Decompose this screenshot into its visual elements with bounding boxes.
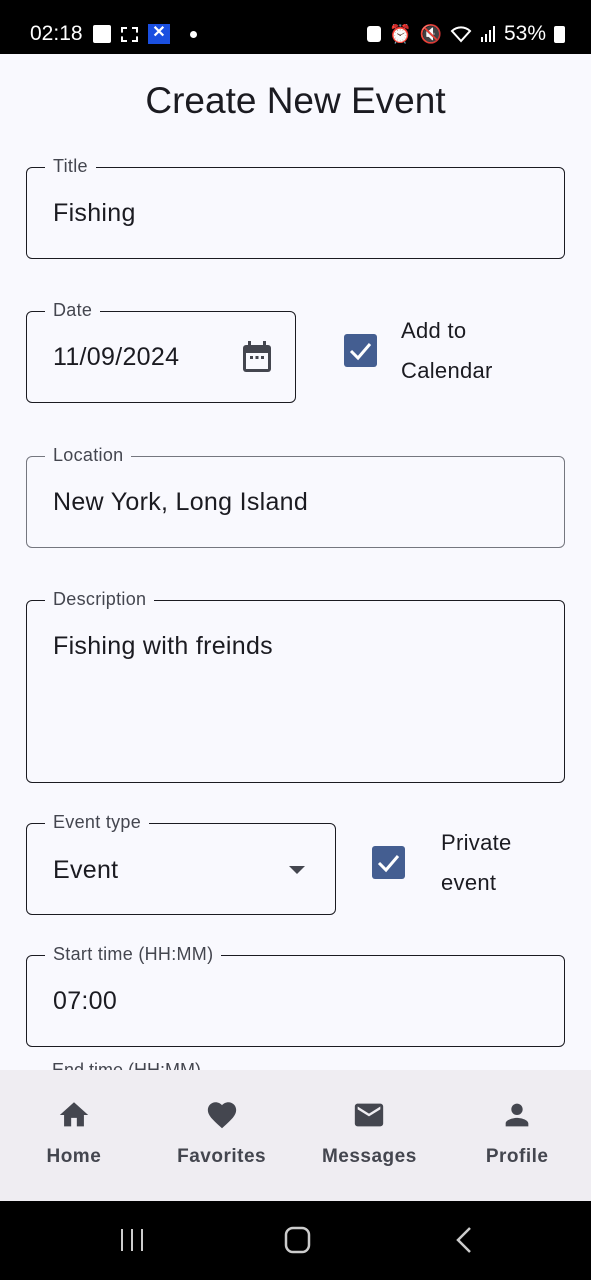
home-icon xyxy=(59,1102,89,1127)
event-type-value[interactable]: Event xyxy=(53,856,118,885)
dropdown-arrow-icon[interactable] xyxy=(289,866,305,874)
page-title: Create New Event xyxy=(145,80,446,121)
bottom-nav: Home Favorites Messages Profile xyxy=(0,1070,591,1201)
app-x-icon: ✕ xyxy=(148,24,170,44)
mail-icon xyxy=(355,1103,384,1127)
nav-item-favorites[interactable]: Favorites xyxy=(148,1070,296,1201)
description-field-value[interactable]: Fishing with freinds xyxy=(53,632,273,661)
nav-item-home[interactable]: Home xyxy=(0,1070,148,1201)
event-type-dropdown[interactable]: Event type Event xyxy=(26,812,336,915)
private-event-checkbox[interactable] xyxy=(372,846,405,879)
date-field-value[interactable]: 11/09/2024 xyxy=(53,343,179,372)
date-field-label: Date xyxy=(45,300,101,321)
recent-apps-icon[interactable] xyxy=(118,1225,148,1255)
system-nav-bar xyxy=(0,1201,591,1280)
status-right-icons: ⏰ 🔇 53% xyxy=(367,22,565,46)
notification-dot-icon xyxy=(190,30,197,38)
location-field-value[interactable]: New York, Long Island xyxy=(53,488,308,517)
mute-icon: 🔇 xyxy=(419,23,442,44)
start-time-value[interactable]: 07:00 xyxy=(53,987,117,1016)
date-field[interactable]: Date 11/09/2024 xyxy=(26,300,296,403)
gallery-icon xyxy=(93,25,111,43)
checkmark-icon xyxy=(377,855,400,873)
heart-icon xyxy=(207,1102,236,1129)
location-field[interactable]: Location New York, Long Island xyxy=(26,445,565,548)
alarm-icon: ⏰ xyxy=(389,23,412,44)
person-icon xyxy=(505,1103,529,1127)
add-to-calendar-label[interactable]: Add to Calendar xyxy=(401,311,493,391)
battery-percent: 53% xyxy=(503,22,546,45)
private-event-label[interactable]: Private event xyxy=(441,823,512,903)
description-field[interactable]: Description Fishing with freinds xyxy=(26,589,565,783)
signal-icon xyxy=(480,26,495,42)
start-time-label: Start time (HH:MM) xyxy=(45,944,222,965)
title-field-value[interactable]: Fishing xyxy=(53,199,136,228)
battery-saver-icon xyxy=(367,26,382,42)
status-time: 02:18 xyxy=(30,22,83,45)
description-field-label: Description xyxy=(45,589,155,610)
nav-item-profile[interactable]: Profile xyxy=(443,1070,591,1201)
add-to-calendar-checkbox[interactable] xyxy=(344,334,377,367)
title-field[interactable]: Title Fishing xyxy=(26,156,565,259)
wifi-icon xyxy=(450,26,472,43)
status-left-icons: ✕ xyxy=(93,24,197,44)
location-field-label: Location xyxy=(45,445,132,466)
screenshot-icon xyxy=(121,26,138,42)
event-type-label: Event type xyxy=(45,812,150,833)
home-button-icon[interactable] xyxy=(283,1225,313,1255)
nav-item-messages[interactable]: Messages xyxy=(296,1070,444,1201)
calendar-icon[interactable] xyxy=(241,340,273,374)
battery-icon xyxy=(554,25,565,43)
start-time-field[interactable]: Start time (HH:MM) 07:00 xyxy=(26,944,565,1047)
checkmark-icon xyxy=(349,343,372,361)
status-bar: 02:18 ✕ ⏰ 🔇 53% xyxy=(0,0,591,54)
back-icon[interactable] xyxy=(450,1225,480,1255)
title-field-label: Title xyxy=(45,156,96,177)
